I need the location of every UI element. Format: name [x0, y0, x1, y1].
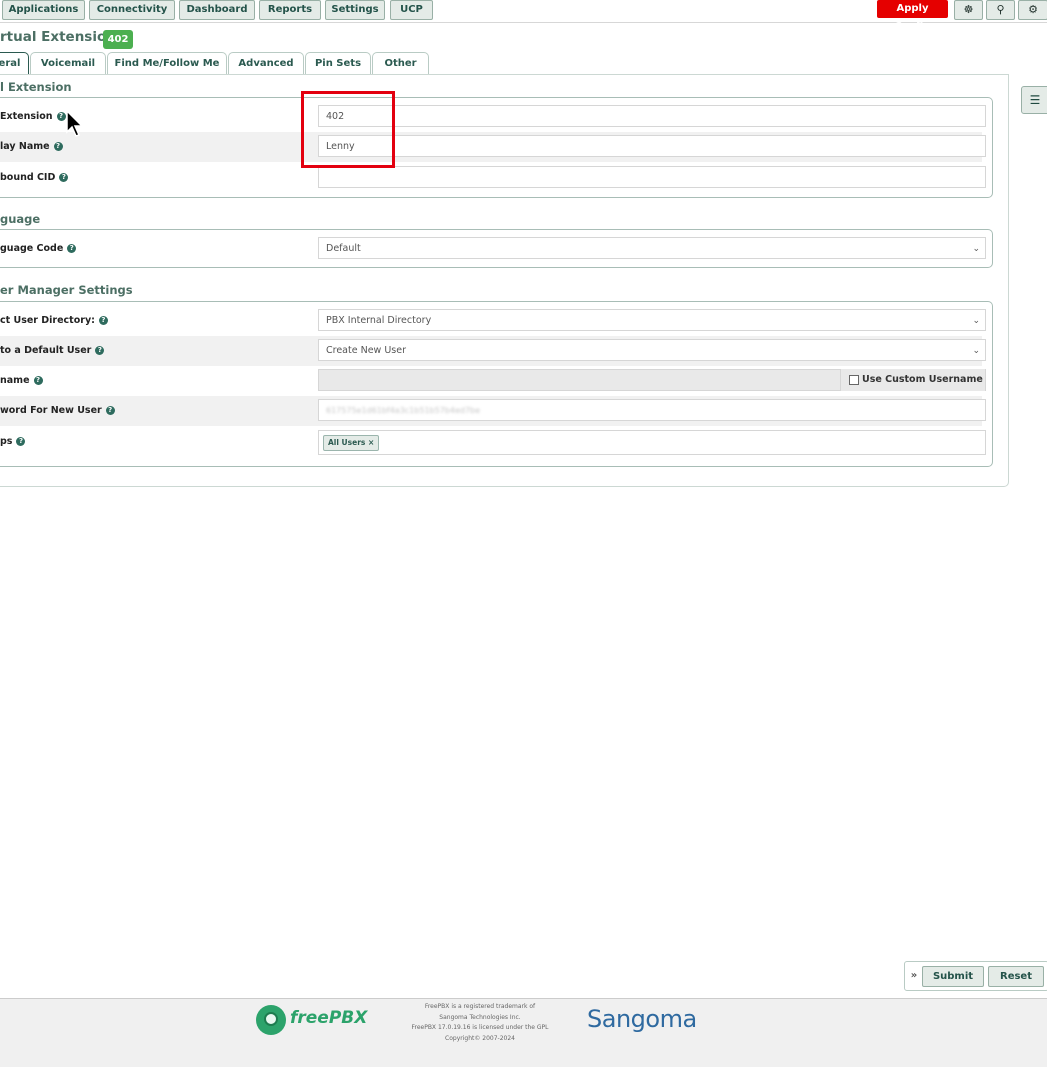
nav-applications[interactable]: Applications	[2, 0, 85, 20]
help-icon[interactable]: ?	[16, 437, 26, 446]
row-outbound-cid: bound CID?	[0, 163, 986, 193]
footer-note-line: FreePBX 17.0.19.16 is licensed under the…	[411, 1024, 549, 1031]
tab-other[interactable]: Other	[372, 52, 429, 75]
chevron-down-icon: ⌄	[972, 316, 980, 326]
help-icon[interactable]: ?	[98, 316, 108, 325]
row-default-user: to a Default User? Create New User ⌄	[0, 336, 986, 366]
groups-label: ps?	[0, 427, 26, 457]
outbound-cid-field[interactable]	[318, 166, 986, 188]
row-groups: ps? All Users ×	[0, 427, 986, 457]
freepbx-logo-inner	[264, 1012, 278, 1026]
display-name-label: lay Name?	[0, 132, 63, 162]
group-chip[interactable]: All Users ×	[323, 435, 380, 451]
extension-label: Extension?	[0, 102, 66, 132]
tab-voicemail[interactable]: Voicemail	[30, 52, 106, 75]
top-nav: Applications Connectivity Dashboard Repo…	[0, 0, 1047, 32]
help-icon[interactable]: ?	[67, 244, 77, 253]
password-value: 617575e1d61bf4a3c1b51b57b4ed7be	[326, 406, 481, 415]
apply-config-button[interactable]: Apply Config	[877, 0, 948, 32]
row-language-code: guage Code? Default ⌄	[0, 234, 986, 264]
nav-dashboard[interactable]: Dashboard	[179, 0, 255, 20]
default-user-label: to a Default User?	[0, 336, 105, 366]
user-directory-label: ct User Directory:?	[0, 306, 108, 336]
sangoma-logo: Sangoma	[587, 1005, 697, 1033]
section-title-user-manager: er Manager Settings	[0, 283, 133, 297]
extension-field[interactable]: 402	[318, 105, 986, 127]
user-directory-select[interactable]: PBX Internal Directory ⌄	[318, 309, 986, 331]
help-icon[interactable]: ?	[56, 112, 66, 121]
row-password: word For New User? 617575e1d61bf4a3c1b51…	[0, 396, 986, 426]
help-icon[interactable]: ?	[95, 346, 105, 355]
remove-icon[interactable]: ×	[368, 438, 374, 447]
language-code-select[interactable]: Default ⌄	[318, 237, 986, 259]
help-icon[interactable]: ?	[33, 376, 43, 385]
nav-connectivity[interactable]: Connectivity	[89, 0, 175, 20]
section-title-language: guage	[0, 212, 41, 226]
groups-field[interactable]: All Users ×	[318, 430, 986, 455]
tab-advanced[interactable]: Advanced	[228, 52, 304, 75]
expand-button[interactable]: »	[908, 966, 920, 985]
language-icon[interactable]: ☸	[954, 0, 983, 20]
use-custom-username-label: Use Custom Username	[862, 374, 983, 385]
username-label: name?	[0, 366, 43, 396]
group-chip-label: All Users	[328, 438, 366, 447]
language-code-value: Default	[326, 243, 361, 254]
section-title-extension: l Extension	[0, 80, 72, 94]
submit-button[interactable]: Submit	[922, 966, 984, 987]
use-custom-username[interactable]: Use Custom Username	[840, 369, 985, 391]
default-user-value: Create New User	[326, 345, 406, 356]
footer-note: FreePBX is a registered trademark of San…	[398, 1002, 562, 1044]
tab-find-me-follow-me[interactable]: Find Me/Follow Me	[107, 52, 227, 75]
mouse-cursor-icon	[66, 110, 84, 137]
gear-icon[interactable]: ⚙	[1018, 0, 1047, 20]
row-username: name? Use Custom Username	[0, 366, 986, 396]
language-code-label: guage Code?	[0, 234, 77, 264]
tab-pin-sets[interactable]: Pin Sets	[305, 52, 371, 75]
help-icon[interactable]: ?	[53, 142, 63, 151]
nav-settings[interactable]: Settings	[325, 0, 385, 20]
display-name-field[interactable]: Lenny	[318, 135, 986, 157]
chevron-down-icon: ⌄	[972, 244, 980, 254]
row-display-name: lay Name? Lenny	[0, 132, 986, 162]
use-custom-username-checkbox[interactable]	[849, 374, 859, 385]
reset-button[interactable]: Reset	[988, 966, 1044, 987]
password-field[interactable]: 617575e1d61bf4a3c1b51b57b4ed7be	[318, 399, 986, 421]
username-field: Use Custom Username	[318, 369, 986, 391]
user-directory-value: PBX Internal Directory	[326, 315, 432, 326]
outbound-cid-label: bound CID?	[0, 163, 69, 193]
tab-general[interactable]: eral	[0, 52, 29, 75]
search-icon[interactable]: ⚲	[986, 0, 1015, 20]
page-title: rtual Extension	[0, 29, 116, 45]
password-label: word For New User?	[0, 396, 115, 426]
nav-ucp[interactable]: UCP	[390, 0, 433, 20]
help-icon[interactable]: ?	[59, 173, 69, 182]
list-icon[interactable]: ☰	[1021, 86, 1047, 114]
footer-note-line: Copyright© 2007-2024	[445, 1034, 515, 1042]
extension-badge: 402	[103, 30, 133, 49]
highlight-box	[301, 91, 395, 168]
footer-note-line: Sangoma Technologies Inc.	[439, 1013, 521, 1021]
chevron-down-icon: ⌄	[972, 346, 980, 356]
help-icon[interactable]: ?	[105, 406, 115, 415]
row-user-directory: ct User Directory:? PBX Internal Directo…	[0, 306, 986, 336]
nav-reports[interactable]: Reports	[259, 0, 321, 20]
freepbx-logo-text: freePBX	[290, 1008, 368, 1028]
footer-note-line: FreePBX is a registered trademark of	[424, 1003, 536, 1010]
default-user-select[interactable]: Create New User ⌄	[318, 339, 986, 361]
row-extension: Extension? 402	[0, 102, 986, 132]
action-bar: » Submit Reset	[904, 961, 1047, 991]
